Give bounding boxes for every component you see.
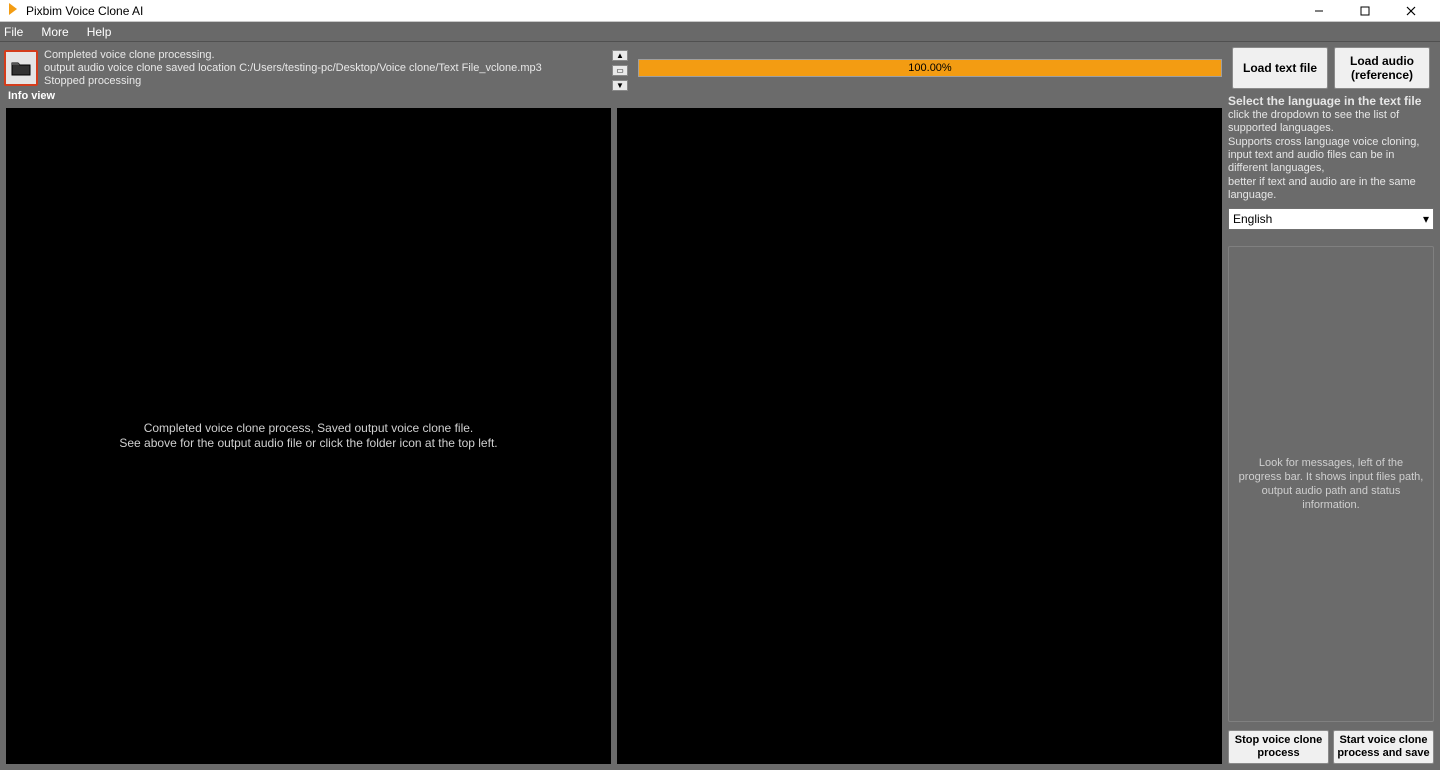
start-button[interactable]: Start voice clone process and save	[1333, 730, 1434, 764]
info-view-panel-left: Completed voice clone process, Saved out…	[6, 108, 611, 764]
side-heading: Select the language in the text file	[1228, 94, 1434, 108]
minimize-button[interactable]	[1296, 0, 1342, 22]
language-dropdown[interactable]: English ▾	[1228, 208, 1434, 230]
progress-label: 100.00%	[639, 60, 1221, 76]
language-value: English	[1233, 212, 1272, 226]
maximize-button[interactable]	[1342, 0, 1388, 22]
open-folder-button[interactable]	[4, 50, 38, 86]
log-line: Stopped processing	[44, 75, 606, 88]
progress-bar: 100.00%	[638, 59, 1222, 77]
app-icon	[6, 2, 20, 19]
info-text-line: See above for the output audio file or c…	[119, 436, 497, 451]
load-text-button[interactable]: Load text file	[1232, 47, 1328, 89]
side-note: better if text and audio are in the same…	[1228, 176, 1434, 202]
log-scroll: ▲ ▭ ▼	[612, 50, 628, 86]
message-text: Look for messages, left of the progress …	[1237, 456, 1425, 512]
side-note: click the dropdown to see the list of su…	[1228, 109, 1434, 135]
load-audio-button[interactable]: Load audio (reference)	[1334, 47, 1430, 89]
menu-file[interactable]: File	[4, 25, 23, 39]
top-toolbar: Completed voice clone processing. output…	[0, 42, 1440, 90]
close-button[interactable]	[1388, 0, 1434, 22]
scroll-up-button[interactable]: ▲	[612, 50, 628, 61]
menu-help[interactable]: Help	[87, 25, 112, 39]
log-line: output audio voice clone saved location …	[44, 62, 606, 75]
info-view-panel-right	[617, 108, 1222, 764]
info-view-label: Info view	[6, 90, 1222, 108]
log-output: Completed voice clone processing. output…	[42, 48, 608, 88]
window-title: Pixbim Voice Clone AI	[26, 4, 143, 18]
chevron-down-icon: ▾	[1423, 212, 1429, 226]
menubar: File More Help	[0, 22, 1440, 42]
message-box: Look for messages, left of the progress …	[1228, 246, 1434, 722]
side-panel: Select the language in the text file cli…	[1228, 90, 1434, 764]
stop-button[interactable]: Stop voice clone process	[1228, 730, 1329, 764]
window-titlebar: Pixbim Voice Clone AI	[0, 0, 1440, 22]
menu-more[interactable]: More	[41, 25, 68, 39]
side-note: Supports cross language voice cloning, i…	[1228, 136, 1434, 175]
scroll-mid-button[interactable]: ▭	[612, 65, 628, 76]
log-line: Completed voice clone processing.	[44, 49, 606, 62]
info-text-line: Completed voice clone process, Saved out…	[119, 421, 497, 436]
